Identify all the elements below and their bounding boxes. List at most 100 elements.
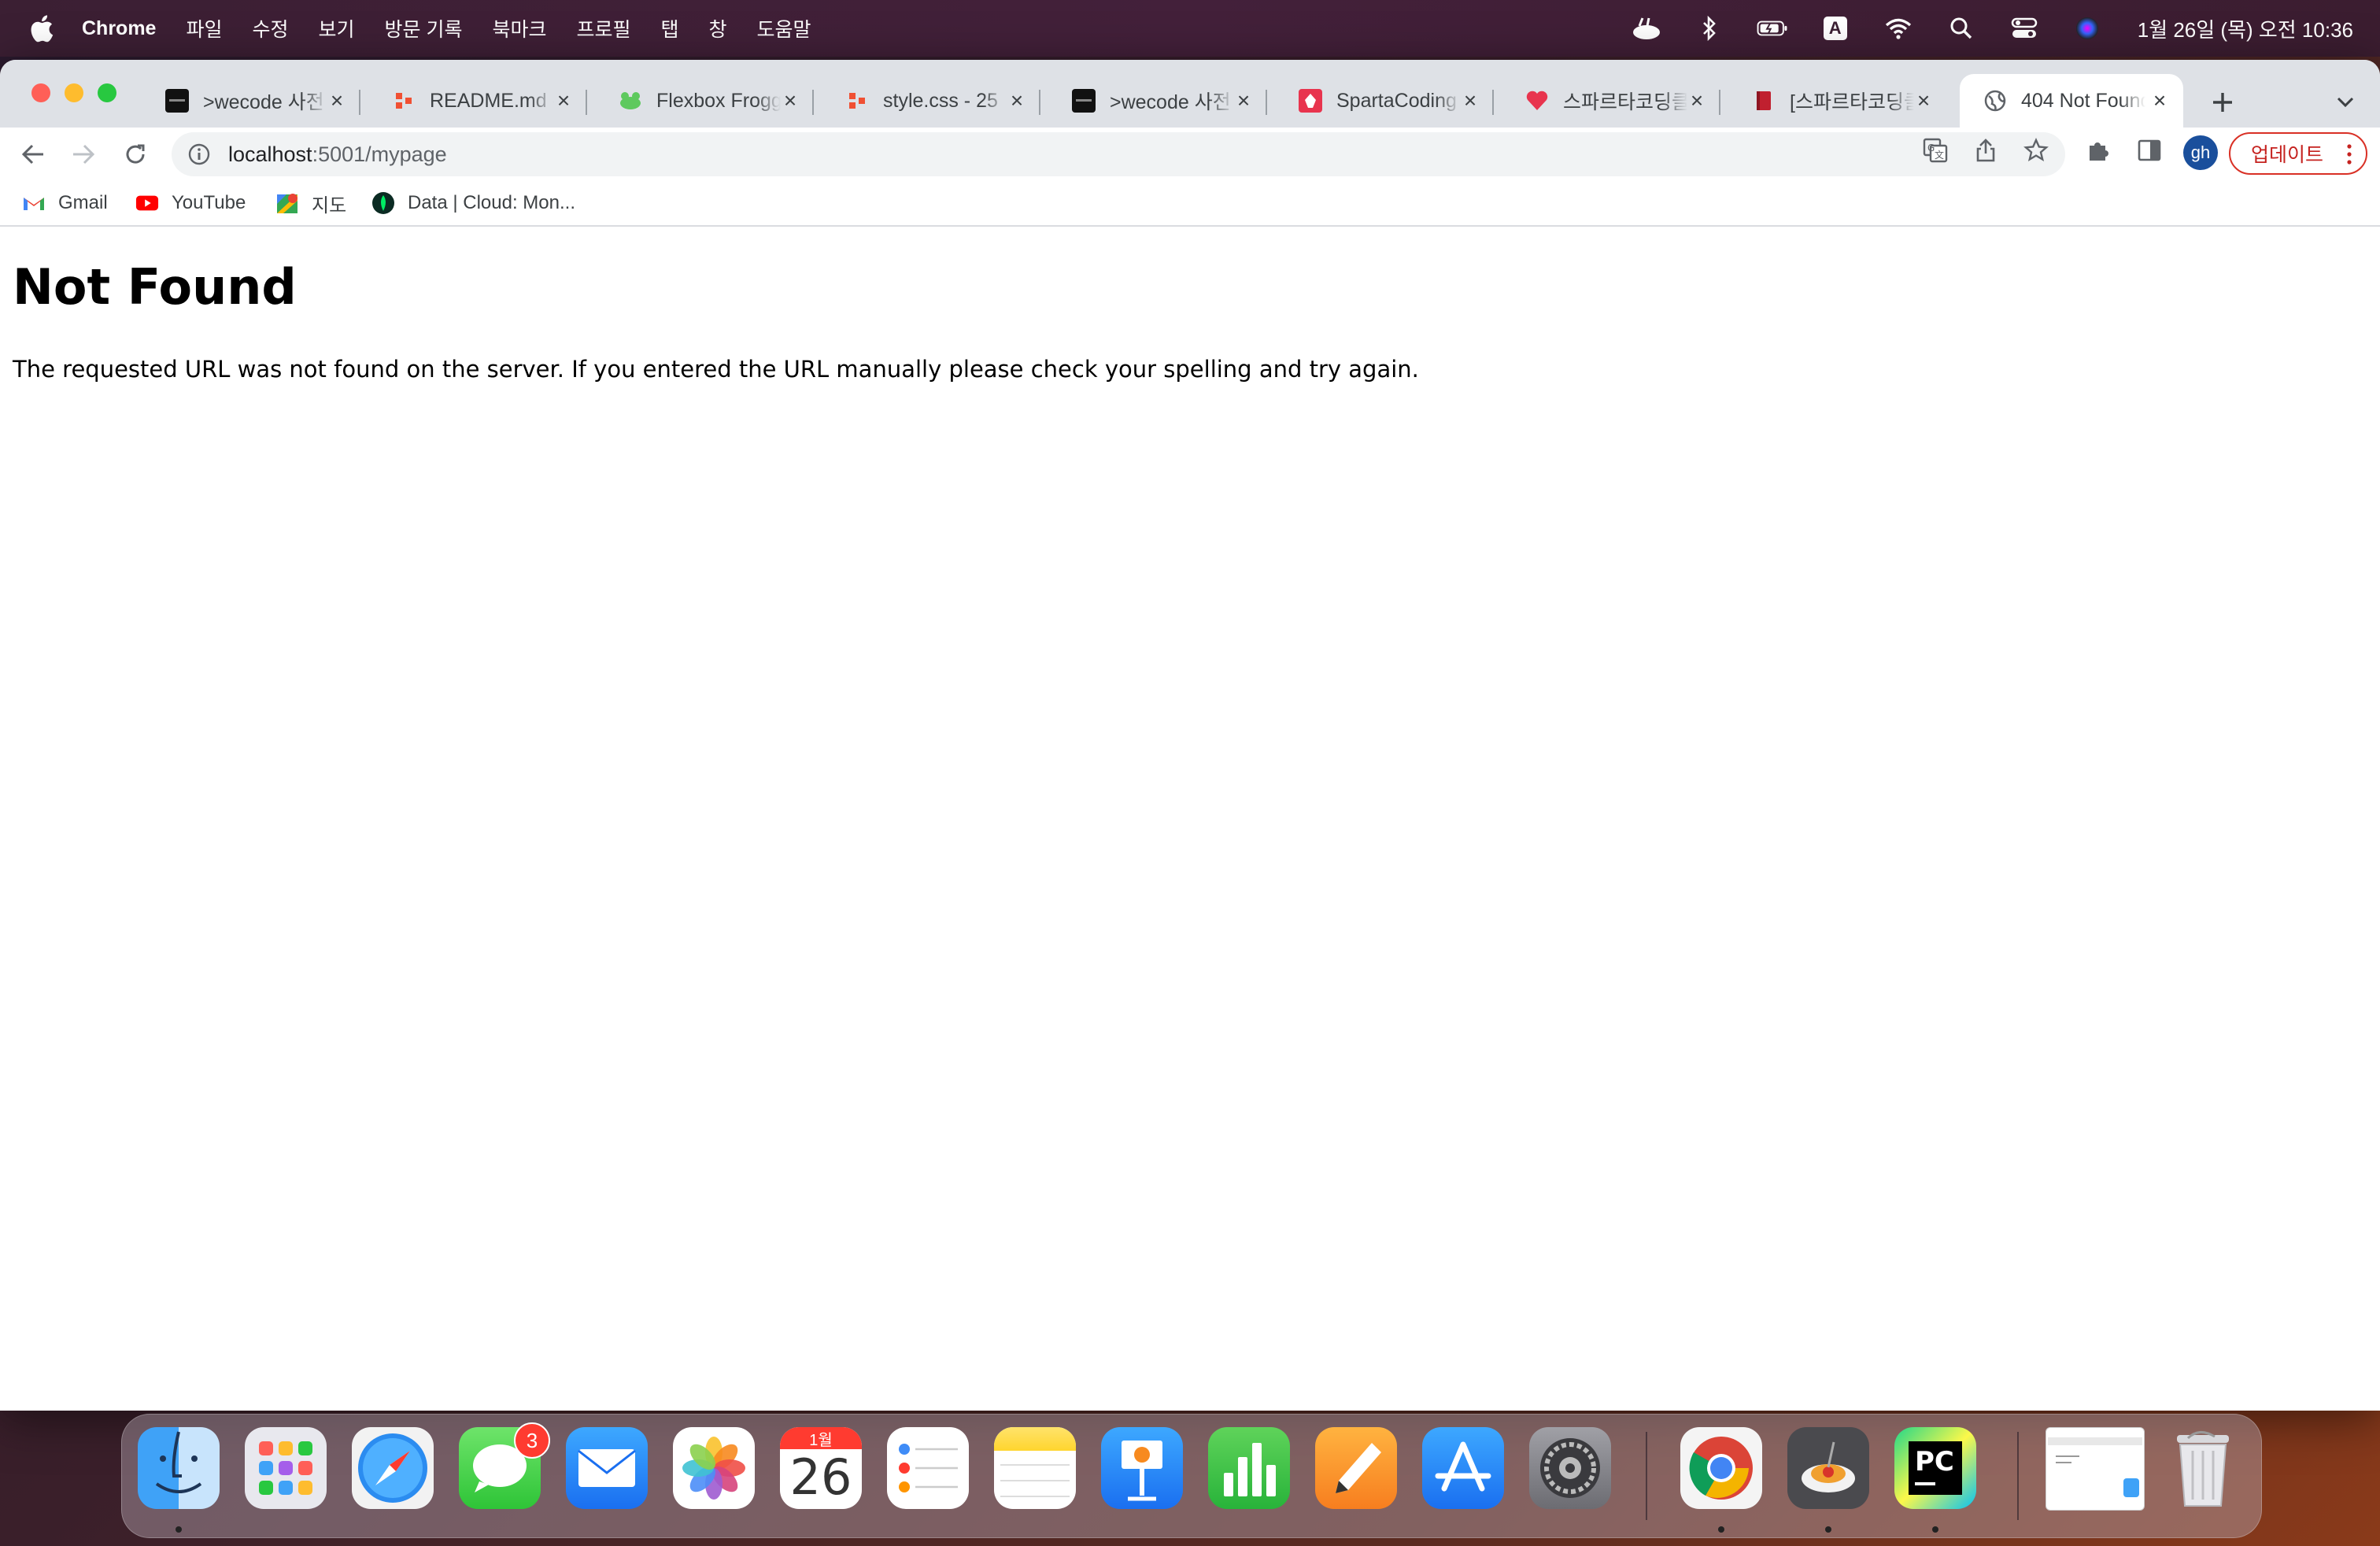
tab-flexbox-froggy[interactable]: Flexbox Froggy × xyxy=(595,74,814,128)
git-icon xyxy=(392,89,416,113)
address-url[interactable]: localhost:5001/mypage xyxy=(228,142,447,167)
calendar-month: 1월 xyxy=(780,1427,862,1449)
wecode-icon xyxy=(1072,89,1096,113)
window-close-button[interactable] xyxy=(31,83,50,102)
control-center-icon[interactable] xyxy=(2009,14,2040,43)
apple-menu-icon[interactable] xyxy=(28,13,55,43)
translate-icon[interactable]: G文 xyxy=(1922,137,1949,164)
messages-badge: 3 xyxy=(514,1422,550,1459)
minimized-window-thumbnail[interactable] xyxy=(2046,1427,2145,1511)
tab-sparta-club[interactable]: 스파르타코딩클럽 × xyxy=(1502,74,1720,128)
site-info-icon[interactable] xyxy=(187,142,211,166)
tab-wecode-1[interactable]: >wecode 사전 × xyxy=(142,74,360,128)
mail-icon[interactable] xyxy=(566,1427,648,1509)
system-settings-gear-icon[interactable] xyxy=(1529,1427,1611,1509)
wifi-icon[interactable] xyxy=(1883,14,1914,43)
running-indicator xyxy=(1718,1526,1724,1533)
menubar-clock[interactable]: 1월 26일 (목) 오전 10:36 xyxy=(2138,14,2353,43)
app-store-icon[interactable] xyxy=(1422,1427,1504,1509)
battery-icon[interactable] xyxy=(1757,14,1788,43)
tab-404-not-found[interactable]: 404 Not Found × xyxy=(1960,74,2183,128)
menu-bookmarks[interactable]: 북마크 xyxy=(492,14,546,43)
app-name-menu[interactable]: Chrome xyxy=(82,17,156,40)
tab-close-icon[interactable]: × xyxy=(778,88,803,113)
tab-close-icon[interactable]: × xyxy=(324,88,349,113)
url-path: :5001/mypage xyxy=(312,142,447,166)
trash-icon[interactable] xyxy=(2162,1427,2244,1509)
notes-icon[interactable] xyxy=(994,1427,1076,1509)
extensions-puzzle-icon[interactable] xyxy=(2086,137,2112,164)
menu-profiles[interactable]: 프로필 xyxy=(576,14,630,43)
back-arrow-icon[interactable] xyxy=(17,139,49,170)
bookmark-label: Data | Cloud: Mon... xyxy=(408,192,575,213)
tab-wecode-2[interactable]: >wecode 사전 × xyxy=(1048,74,1267,128)
window-maximize-button[interactable] xyxy=(98,83,116,102)
input-source-icon[interactable]: A xyxy=(1820,14,1851,43)
pycharm-tile: PC xyxy=(1909,1441,1962,1495)
menu-history[interactable]: 방문 기록 xyxy=(385,14,463,43)
running-indicator xyxy=(176,1526,182,1533)
tab-close-icon[interactable]: × xyxy=(1911,88,1936,113)
tab-spartacoding[interactable]: SpartaCoding × xyxy=(1275,74,1494,128)
update-button-label: 업데이트 xyxy=(2251,144,2324,166)
finder-icon[interactable] xyxy=(138,1427,220,1509)
safari-icon[interactable] xyxy=(352,1427,434,1509)
bookmark-youtube[interactable]: YouTube xyxy=(135,189,246,217)
numbers-icon[interactable] xyxy=(1208,1427,1290,1509)
tab-close-icon[interactable]: × xyxy=(2147,88,2172,113)
pycharm-underline xyxy=(1915,1482,1935,1485)
reminders-icon[interactable] xyxy=(887,1427,969,1509)
share-icon[interactable] xyxy=(1972,137,1999,164)
more-menu-icon[interactable] xyxy=(2347,143,2352,165)
tab-title: style.css - 25 xyxy=(883,89,998,112)
spaghetti-app-icon[interactable] xyxy=(1787,1427,1869,1509)
new-tab-button[interactable] xyxy=(2207,87,2238,118)
tab-style-css[interactable]: style.css - 25 × xyxy=(822,74,1040,128)
wecode-icon xyxy=(165,89,189,113)
tab-title: [스파르타코딩클럽 xyxy=(1790,91,1914,113)
menu-window[interactable]: 창 xyxy=(709,14,727,43)
spotlight-search-icon[interactable] xyxy=(1946,14,1977,43)
pycharm-icon[interactable]: PC xyxy=(1894,1427,1976,1509)
side-panel-icon[interactable] xyxy=(2136,137,2163,164)
tab-separator xyxy=(1719,90,1720,115)
page-content: Not Found The requested URL was not foun… xyxy=(0,227,2380,1411)
keynote-icon[interactable] xyxy=(1101,1427,1183,1509)
forward-arrow-icon[interactable] xyxy=(68,139,99,170)
menu-edit[interactable]: 수정 xyxy=(252,14,288,43)
tab-readme[interactable]: README.md - × xyxy=(368,74,587,128)
tab-separator xyxy=(812,90,814,115)
pages-icon[interactable] xyxy=(1315,1427,1397,1509)
tab-search-chevron-down-icon[interactable] xyxy=(2330,87,2361,118)
photos-icon[interactable] xyxy=(673,1427,755,1509)
frog-icon xyxy=(619,89,642,113)
youtube-icon xyxy=(135,191,159,215)
tab-close-icon[interactable]: × xyxy=(551,88,576,113)
noodle-app-icon[interactable] xyxy=(1631,14,1662,43)
launchpad-icon[interactable] xyxy=(245,1427,327,1509)
tab-close-icon[interactable]: × xyxy=(1231,88,1256,113)
bookmark-mongodb[interactable]: Data | Cloud: Mon... xyxy=(371,189,575,217)
bookmark-gmail[interactable]: Gmail xyxy=(22,189,108,217)
menu-view[interactable]: 보기 xyxy=(319,14,355,43)
address-bar[interactable]: localhost:5001/mypage xyxy=(172,132,2065,176)
tab-close-icon[interactable]: × xyxy=(1004,88,1029,113)
reload-icon[interactable] xyxy=(120,139,151,170)
bookmark-maps[interactable]: 지도 xyxy=(275,189,346,217)
window-minimize-button[interactable] xyxy=(65,83,83,102)
chrome-icon[interactable] xyxy=(1680,1427,1762,1509)
tab-sparta-club-2[interactable]: [스파르타코딩클럽 × xyxy=(1728,74,1947,128)
tab-strip: >wecode 사전 × README.md - × Flexbox Frogg… xyxy=(0,60,2380,128)
tab-close-icon[interactable]: × xyxy=(1458,88,1483,113)
bluetooth-icon[interactable] xyxy=(1694,14,1725,43)
error-message: The requested URL was not found on the s… xyxy=(13,356,1419,383)
menu-help[interactable]: 도움말 xyxy=(757,14,811,43)
menu-file[interactable]: 파일 xyxy=(186,14,222,43)
calendar-icon[interactable]: 1월 26 xyxy=(780,1427,862,1509)
update-button[interactable]: 업데이트 xyxy=(2229,132,2367,175)
bookmark-star-icon[interactable] xyxy=(2023,137,2049,164)
menu-tab[interactable]: 탭 xyxy=(661,14,679,43)
siri-icon[interactable] xyxy=(2071,14,2103,43)
tab-close-icon[interactable]: × xyxy=(1684,88,1709,113)
profile-avatar[interactable]: gh xyxy=(2183,135,2218,170)
